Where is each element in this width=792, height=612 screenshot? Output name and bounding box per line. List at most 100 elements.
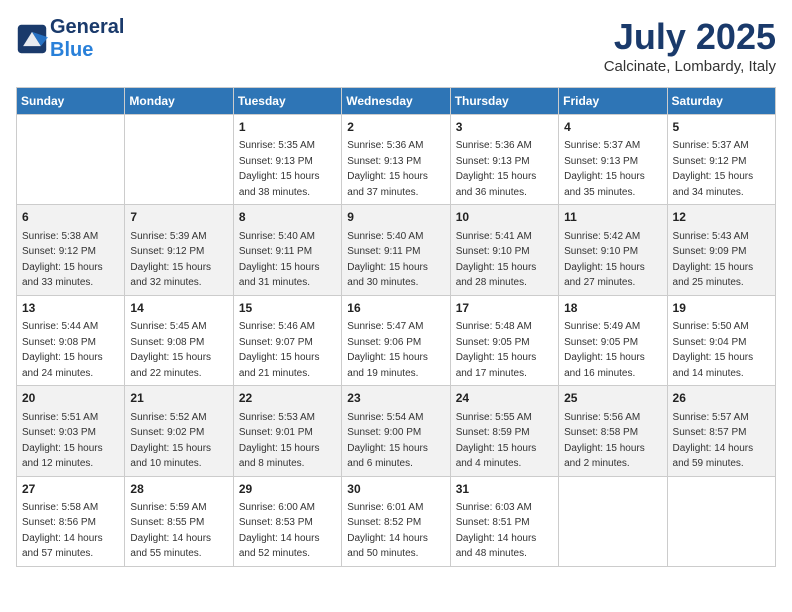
day-cell: 29 Sunrise: 6:00 AM Sunset: 8:53 PM Dayli… — [233, 476, 341, 566]
header-monday: Monday — [125, 88, 233, 115]
day-info: Sunrise: 5:58 AM Sunset: 8:56 PM Dayligh… — [22, 502, 103, 560]
day-number: 15 — [239, 300, 336, 317]
day-cell: 8 Sunrise: 5:40 AM Sunset: 9:11 PM Daylig… — [233, 205, 341, 295]
day-info: Sunrise: 5:45 AM Sunset: 9:08 PM Dayligh… — [130, 321, 211, 379]
day-info: Sunrise: 5:59 AM Sunset: 8:55 PM Dayligh… — [130, 502, 211, 560]
day-info: Sunrise: 5:37 AM Sunset: 9:12 PM Dayligh… — [673, 140, 754, 198]
logo-line2: Blue — [50, 39, 124, 62]
day-cell: 3 Sunrise: 5:36 AM Sunset: 9:13 PM Daylig… — [450, 115, 558, 205]
day-number: 26 — [673, 390, 770, 407]
day-number: 25 — [564, 390, 661, 407]
week-row-1: 1 Sunrise: 5:35 AM Sunset: 9:13 PM Daylig… — [17, 115, 776, 205]
day-cell: 22 Sunrise: 5:53 AM Sunset: 9:01 PM Dayli… — [233, 386, 341, 476]
day-info: Sunrise: 6:03 AM Sunset: 8:51 PM Dayligh… — [456, 502, 537, 560]
day-info: Sunrise: 5:36 AM Sunset: 9:13 PM Dayligh… — [456, 140, 537, 198]
day-cell: 9 Sunrise: 5:40 AM Sunset: 9:11 PM Daylig… — [342, 205, 450, 295]
day-number: 2 — [347, 119, 444, 136]
day-cell — [667, 476, 775, 566]
day-number: 10 — [456, 209, 553, 226]
month-title: July 2025 — [604, 16, 776, 58]
day-cell: 30 Sunrise: 6:01 AM Sunset: 8:52 PM Dayli… — [342, 476, 450, 566]
day-cell: 18 Sunrise: 5:49 AM Sunset: 9:05 PM Dayli… — [559, 295, 667, 385]
day-info: Sunrise: 5:54 AM Sunset: 9:00 PM Dayligh… — [347, 412, 428, 470]
day-info: Sunrise: 5:57 AM Sunset: 8:57 PM Dayligh… — [673, 412, 754, 470]
day-info: Sunrise: 6:00 AM Sunset: 8:53 PM Dayligh… — [239, 502, 320, 560]
day-number: 27 — [22, 481, 119, 498]
day-cell — [17, 115, 125, 205]
day-cell: 1 Sunrise: 5:35 AM Sunset: 9:13 PM Daylig… — [233, 115, 341, 205]
day-cell: 4 Sunrise: 5:37 AM Sunset: 9:13 PM Daylig… — [559, 115, 667, 205]
day-cell: 16Sunrise: 5:47 AM Sunset: 9:06 PM Dayli… — [342, 295, 450, 385]
day-number: 23 — [347, 390, 444, 407]
week-row-3: 13 Sunrise: 5:44 AM Sunset: 9:08 PM Dayli… — [17, 295, 776, 385]
day-number: 8 — [239, 209, 336, 226]
day-number: 12 — [673, 209, 770, 226]
day-cell: 23 Sunrise: 5:54 AM Sunset: 9:00 PM Dayli… — [342, 386, 450, 476]
day-cell: 19Sunrise: 5:50 AM Sunset: 9:04 PM Dayli… — [667, 295, 775, 385]
day-info: Sunrise: 5:37 AM Sunset: 9:13 PM Dayligh… — [564, 140, 645, 198]
day-number: 18 — [564, 300, 661, 317]
day-cell: 26 Sunrise: 5:57 AM Sunset: 8:57 PM Dayli… — [667, 386, 775, 476]
calendar-table: SundayMondayTuesdayWednesdayThursdayFrid… — [16, 87, 776, 567]
day-info: Sunrise: 5:48 AM Sunset: 9:05 PM Dayligh… — [456, 321, 537, 379]
day-info: Sunrise: 5:40 AM Sunset: 9:11 PM Dayligh… — [347, 231, 428, 289]
day-number: 14 — [130, 300, 227, 317]
day-info: Sunrise: 5:38 AM Sunset: 9:12 PM Dayligh… — [22, 231, 103, 289]
day-number: 24 — [456, 390, 553, 407]
day-number: 19 — [673, 300, 770, 317]
location: Calcinate, Lombardy, Italy — [604, 58, 776, 75]
day-number: 4 — [564, 119, 661, 136]
header-saturday: Saturday — [667, 88, 775, 115]
day-number: 6 — [22, 209, 119, 226]
day-number: 13 — [22, 300, 119, 317]
logo: General Blue — [16, 16, 124, 62]
day-number: 9 — [347, 209, 444, 226]
day-info: Sunrise: 5:43 AM Sunset: 9:09 PM Dayligh… — [673, 231, 754, 289]
header-wednesday: Wednesday — [342, 88, 450, 115]
day-cell: 5 Sunrise: 5:37 AM Sunset: 9:12 PM Daylig… — [667, 115, 775, 205]
title-block: July 2025 Calcinate, Lombardy, Italy — [604, 16, 776, 75]
day-info: Sunrise: 5:41 AM Sunset: 9:10 PM Dayligh… — [456, 231, 537, 289]
day-cell: 15 Sunrise: 5:46 AM Sunset: 9:07 PM Dayli… — [233, 295, 341, 385]
header-tuesday: Tuesday — [233, 88, 341, 115]
day-info: Sunrise: 5:46 AM Sunset: 9:07 PM Dayligh… — [239, 321, 320, 379]
day-number: 28 — [130, 481, 227, 498]
day-cell: 28 Sunrise: 5:59 AM Sunset: 8:55 PM Dayli… — [125, 476, 233, 566]
logo-icon — [16, 23, 48, 55]
day-info: Sunrise: 5:40 AM Sunset: 9:11 PM Dayligh… — [239, 231, 320, 289]
day-number: 7 — [130, 209, 227, 226]
day-info: Sunrise: 5:44 AM Sunset: 9:08 PM Dayligh… — [22, 321, 103, 379]
day-info: Sunrise: 5:51 AM Sunset: 9:03 PM Dayligh… — [22, 412, 103, 470]
day-number: 5 — [673, 119, 770, 136]
day-cell: 10 Sunrise: 5:41 AM Sunset: 9:10 PM Dayli… — [450, 205, 558, 295]
day-cell: 6 Sunrise: 5:38 AM Sunset: 9:12 PM Daylig… — [17, 205, 125, 295]
day-cell: 31 Sunrise: 6:03 AM Sunset: 8:51 PM Dayli… — [450, 476, 558, 566]
day-number: 1 — [239, 119, 336, 136]
day-info: Sunrise: 5:49 AM Sunset: 9:05 PM Dayligh… — [564, 321, 645, 379]
day-info: Sunrise: 5:39 AM Sunset: 9:12 PM Dayligh… — [130, 231, 211, 289]
day-cell: 27 Sunrise: 5:58 AM Sunset: 8:56 PM Dayli… — [17, 476, 125, 566]
day-cell: 7 Sunrise: 5:39 AM Sunset: 9:12 PM Daylig… — [125, 205, 233, 295]
day-info: Sunrise: 5:35 AM Sunset: 9:13 PM Dayligh… — [239, 140, 320, 198]
day-cell: 2 Sunrise: 5:36 AM Sunset: 9:13 PM Daylig… — [342, 115, 450, 205]
logo-line1: General — [50, 16, 124, 39]
day-info: Sunrise: 5:53 AM Sunset: 9:01 PM Dayligh… — [239, 412, 320, 470]
day-info: Sunrise: 5:52 AM Sunset: 9:02 PM Dayligh… — [130, 412, 211, 470]
day-info: Sunrise: 5:56 AM Sunset: 8:58 PM Dayligh… — [564, 412, 645, 470]
day-info: Sunrise: 6:01 AM Sunset: 8:52 PM Dayligh… — [347, 502, 428, 560]
day-cell: 25 Sunrise: 5:56 AM Sunset: 8:58 PM Dayli… — [559, 386, 667, 476]
day-cell: 24Sunrise: 5:55 AM Sunset: 8:59 PM Dayli… — [450, 386, 558, 476]
day-info: Sunrise: 5:36 AM Sunset: 9:13 PM Dayligh… — [347, 140, 428, 198]
day-number: 3 — [456, 119, 553, 136]
day-number: 31 — [456, 481, 553, 498]
day-number: 29 — [239, 481, 336, 498]
day-cell: 13 Sunrise: 5:44 AM Sunset: 9:08 PM Dayli… — [17, 295, 125, 385]
week-row-4: 20Sunrise: 5:51 AM Sunset: 9:03 PM Dayli… — [17, 386, 776, 476]
day-cell — [125, 115, 233, 205]
day-number: 30 — [347, 481, 444, 498]
header-sunday: Sunday — [17, 88, 125, 115]
day-number: 11 — [564, 209, 661, 226]
day-cell: 20Sunrise: 5:51 AM Sunset: 9:03 PM Dayli… — [17, 386, 125, 476]
day-number: 22 — [239, 390, 336, 407]
day-cell: 17Sunrise: 5:48 AM Sunset: 9:05 PM Dayli… — [450, 295, 558, 385]
